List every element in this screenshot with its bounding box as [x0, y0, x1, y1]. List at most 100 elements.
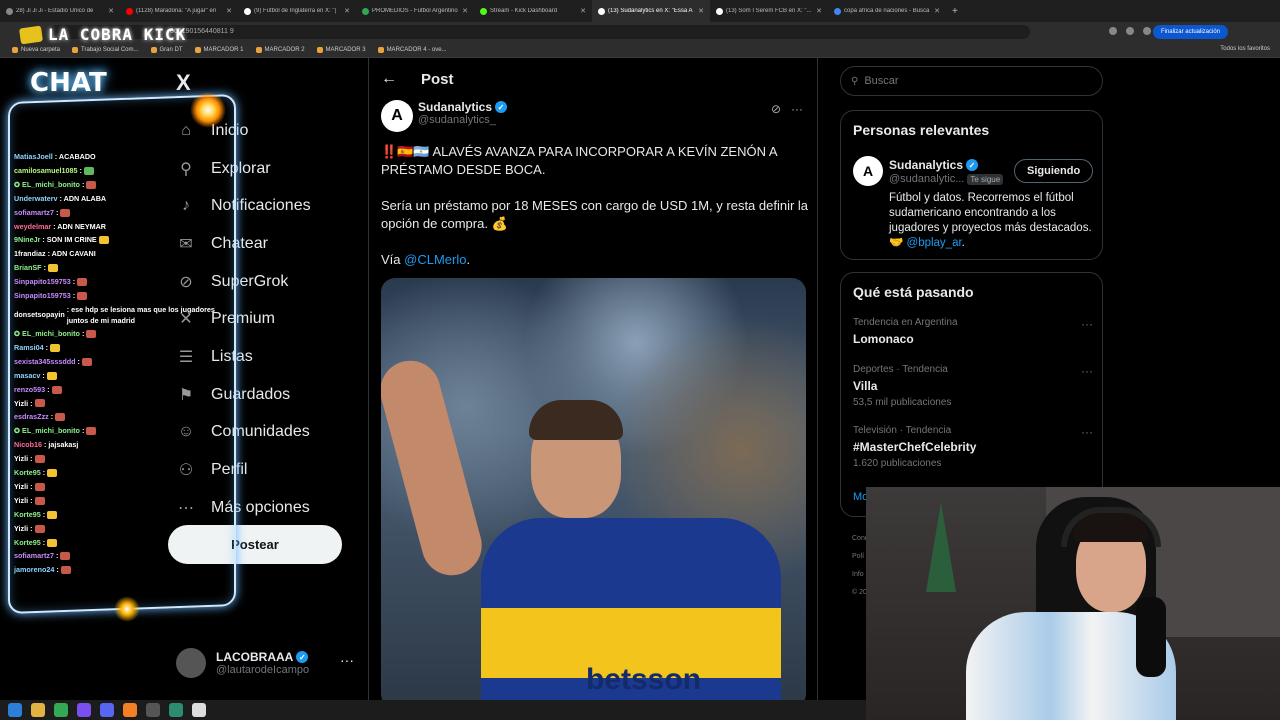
chat-message: ✪ EL_michi_bonito:	[14, 178, 234, 192]
browser-tab[interactable]: (13) Som I Serem FCB en X: "... ✕	[710, 0, 828, 22]
browser-tab[interactable]: (1128) Maradona: "A jugar" en ✕	[120, 0, 238, 22]
chat-text: :	[43, 263, 46, 273]
chat-text: :	[30, 454, 33, 464]
update-browser-button[interactable]: Finalizar actualización	[1152, 25, 1228, 39]
obs-icon[interactable]	[146, 703, 160, 717]
close-icon[interactable]: ✕	[934, 7, 940, 15]
chat-username: ✪ EL_michi_bonito	[14, 426, 80, 436]
account-switcher[interactable]: LACOBRAAA ✓ @lautarodeIcampo ···	[176, 648, 354, 678]
emote-icon	[77, 278, 88, 287]
grok-icon[interactable]: ⊘	[771, 102, 781, 116]
more-icon[interactable]: ···	[1081, 317, 1093, 331]
verified-icon: ✓	[495, 101, 508, 113]
browser-tab[interactable]: Stream - Kick Dashboard ✕	[474, 0, 592, 22]
close-icon[interactable]: ✕	[580, 7, 586, 15]
folder-icon[interactable]	[31, 703, 45, 717]
bookmark-item[interactable]: Nueva carpeta	[12, 46, 60, 53]
author-name[interactable]: Sudanalytics ✓	[418, 100, 508, 114]
chat-text: :	[42, 468, 46, 478]
app-icon[interactable]	[123, 703, 137, 717]
search-input[interactable]: ⚲ Buscar	[840, 66, 1103, 96]
chat-username: Yizli	[14, 495, 29, 505]
close-icon[interactable]: ✕	[108, 7, 114, 15]
avatar[interactable]: A	[853, 156, 883, 186]
new-tab-button[interactable]: +	[952, 6, 958, 17]
post-author[interactable]: A Sudanalytics ✓ @sudanalytics_	[381, 100, 508, 132]
emote-icon	[34, 399, 45, 408]
bookmark-item[interactable]: MARCADOR 4 - ove...	[377, 46, 447, 53]
avatar[interactable]: A	[381, 100, 413, 132]
person-handle: @sudanalytic... Te sigue	[889, 173, 1004, 185]
following-button[interactable]: Siguiendo	[1014, 159, 1094, 183]
bookmark-item[interactable]: Trabajo Social Com...	[72, 46, 139, 53]
emote-icon	[77, 292, 88, 301]
more-icon[interactable]: ···	[340, 652, 354, 668]
chat-text: :	[72, 291, 76, 301]
more-icon[interactable]: ···	[791, 102, 803, 116]
chat-message: ✪ EL_michi_bonito:	[14, 327, 234, 341]
chat-message: Yizli:	[14, 494, 234, 508]
chat-text: :	[30, 398, 33, 408]
close-icon[interactable]: ✕	[226, 7, 232, 15]
app-icon[interactable]	[192, 703, 206, 717]
close-icon[interactable]: ✕	[462, 7, 468, 15]
browser-tab[interactable]: 28) Ji Ji Ji - Estadio Único de ✕	[0, 0, 120, 22]
chat-username: Ramsi04	[14, 342, 44, 352]
browser-tab[interactable]: copa africa de naciones - Busca ✕	[828, 0, 946, 22]
bookmark-item[interactable]: MARCADOR 1	[194, 46, 244, 53]
chat-message: donsetsopayin: ese hdp se lesiona mas qu…	[14, 303, 234, 327]
favicon-icon	[834, 7, 841, 15]
browser-tab[interactable]: (9) Fútbol de Inglaterra en X: "| ✕	[238, 0, 356, 22]
chat-username: renzo593	[14, 384, 46, 394]
verified-icon: ✓	[296, 651, 309, 663]
trend-item[interactable]: Tendencia en Argentina Lomonaco ···	[853, 317, 1093, 346]
x-logo-icon[interactable]: X	[176, 70, 191, 96]
trend-item[interactable]: Televisión · Tendencia #MasterChefCelebri…	[853, 425, 1093, 469]
chat-username: 9NineJr	[14, 235, 41, 245]
author-handle[interactable]: @sudanalytics_	[418, 114, 507, 126]
url-field[interactable]: 866190156440811 9	[50, 25, 1030, 39]
bookmark-icon	[255, 46, 262, 53]
favicon-icon	[362, 7, 369, 15]
verified-icon: ✓	[966, 159, 979, 171]
all-bookmarks-link[interactable]: Todos los favoritos	[1220, 46, 1270, 52]
mention-link[interactable]: @CLMerlo	[404, 252, 466, 267]
chrome-icon[interactable]	[54, 703, 68, 717]
browser-tab[interactable]: PROMEDIOS - Futbol Argentino ✕	[356, 0, 474, 22]
bookmark-item[interactable]: Gran DT	[150, 46, 183, 53]
chat-username: Korte95	[14, 509, 41, 519]
post-image[interactable]: betsson	[381, 278, 806, 708]
app-icon[interactable]	[169, 703, 183, 717]
emote-icon	[47, 510, 58, 519]
panel-title: Personas relevantes	[853, 122, 990, 138]
shirt-sponsor: betsson	[586, 663, 702, 696]
close-icon[interactable]: ✕	[816, 7, 822, 15]
browser-tab[interactable]: (13) Sudanalytics en X: "Essa A ✕	[592, 0, 710, 22]
discord-icon[interactable]	[100, 703, 114, 717]
back-arrow-icon[interactable]: ←	[381, 70, 397, 88]
trend-category: Deportes · Tendencia	[853, 364, 948, 375]
trend-item[interactable]: Deportes · Tendencia Villa 53,5 mil public…	[853, 364, 1093, 408]
close-icon[interactable]: ✕	[698, 7, 704, 15]
more-icon[interactable]: ···	[1081, 364, 1093, 378]
bookmark-item[interactable]: MARCADOR 2	[255, 46, 305, 53]
chat-text: :	[55, 207, 59, 217]
chat-text: : ADN CAVANI	[47, 249, 96, 259]
avatar	[176, 648, 206, 678]
post-actions: ⊘ ···	[771, 102, 803, 116]
bookmark-item[interactable]: MARCADOR 3	[316, 46, 366, 53]
chat-message: Korte95:	[14, 508, 234, 522]
chat-text: :	[30, 481, 33, 491]
more-icon[interactable]: ···	[1081, 425, 1093, 439]
mention-link[interactable]: @bplay_ar	[907, 237, 962, 249]
app-icon[interactable]	[77, 703, 91, 717]
chat-message: sexista345sssddd:	[14, 355, 234, 369]
chat-text: :	[81, 179, 85, 189]
close-icon[interactable]: ✕	[344, 7, 350, 15]
chat-text: : ACABADO	[54, 152, 96, 161]
person-name[interactable]: Sudanalytics ✓	[889, 158, 979, 172]
chat-text: : ADN ALABA	[59, 193, 107, 203]
emote-icon	[60, 552, 71, 561]
microphone	[1136, 597, 1166, 677]
start-icon[interactable]	[8, 703, 22, 717]
